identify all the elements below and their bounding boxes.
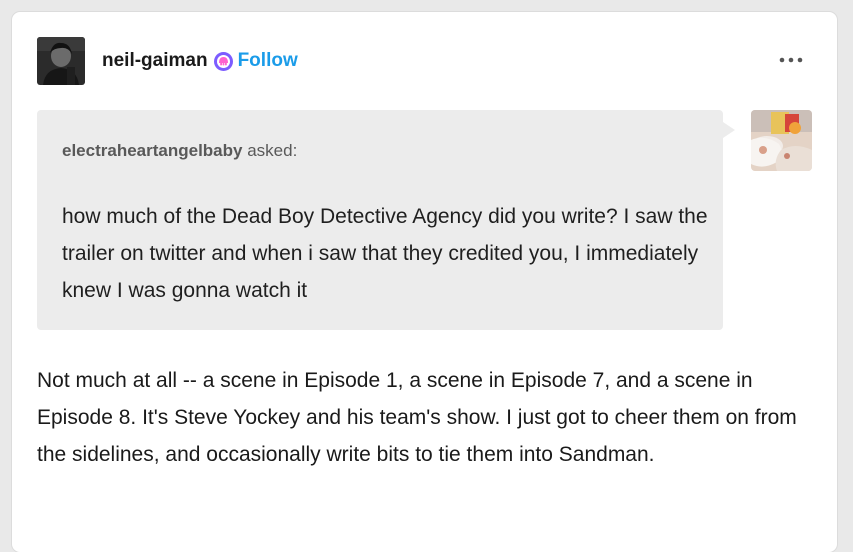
blog-name-link[interactable]: neil-gaiman: [102, 50, 208, 72]
supporter-badge-icon[interactable]: [213, 51, 234, 72]
follow-button[interactable]: Follow: [238, 50, 298, 72]
answer-text: Not much at all -- a scene in Episode 1,…: [37, 369, 797, 466]
question-text: how much of the Dead Boy Detective Agenc…: [62, 205, 708, 302]
more-horizontal-icon: [779, 57, 803, 63]
asker-line: electraheartangelbaby asked:: [62, 141, 297, 161]
ask-bubble: electraheartangelbaby asked: how much of…: [37, 110, 735, 330]
asker-avatar[interactable]: [751, 110, 812, 171]
post-header: neil-gaiman Follow: [37, 36, 812, 86]
asker-avatar-image: [751, 110, 812, 171]
asked-label: asked:: [247, 141, 298, 160]
post-card: neil-gaiman Follow electraheartangelbaby…: [12, 12, 837, 552]
supporter-badge-glyph: [213, 51, 233, 71]
asker-name-link[interactable]: electraheartangelbaby: [62, 141, 242, 160]
more-options-button[interactable]: [774, 50, 808, 70]
blog-avatar[interactable]: [37, 37, 85, 85]
blog-avatar-image: [37, 37, 85, 85]
